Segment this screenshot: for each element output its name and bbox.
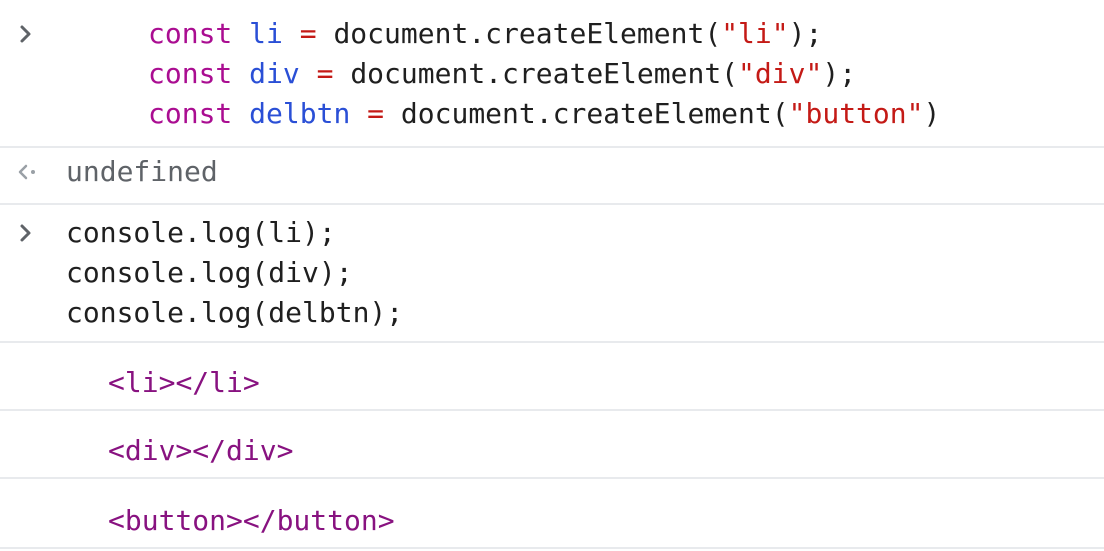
console-log-entry[interactable]: <button></button> (0, 479, 1104, 545)
code-line: const li = document.createElement("li"); (148, 17, 823, 50)
log-element[interactable]: <li></li> (108, 363, 260, 403)
console-input-entry[interactable]: console.log(li); console.log(div); conso… (0, 205, 1104, 341)
log-element[interactable]: <div></div> (108, 431, 293, 471)
console-result-entry: undefined (0, 148, 1104, 202)
chevron-right-icon (20, 224, 31, 242)
devtools-console: const li = document.createElement("li");… (0, 0, 1104, 551)
console-log-entry[interactable]: <li></li> (0, 343, 1104, 409)
console-input-entry[interactable]: const li = document.createElement("li");… (0, 0, 1104, 150)
log-element[interactable]: <button></button> (108, 501, 395, 541)
code-line: console.log(li); (66, 216, 336, 249)
result-value: undefined (66, 155, 218, 188)
result-arrow-icon (18, 164, 35, 180)
code-line: const delbtn = document.createElement("b… (148, 97, 941, 130)
code-line: console.log(div); (66, 256, 353, 289)
entry-divider (0, 547, 1104, 549)
code-line: const div = document.createElement("div"… (148, 57, 857, 90)
console-log-entry[interactable]: <div></div> (0, 411, 1104, 477)
code-line: console.log(delbtn); (66, 296, 404, 329)
chevron-right-icon (20, 25, 31, 43)
